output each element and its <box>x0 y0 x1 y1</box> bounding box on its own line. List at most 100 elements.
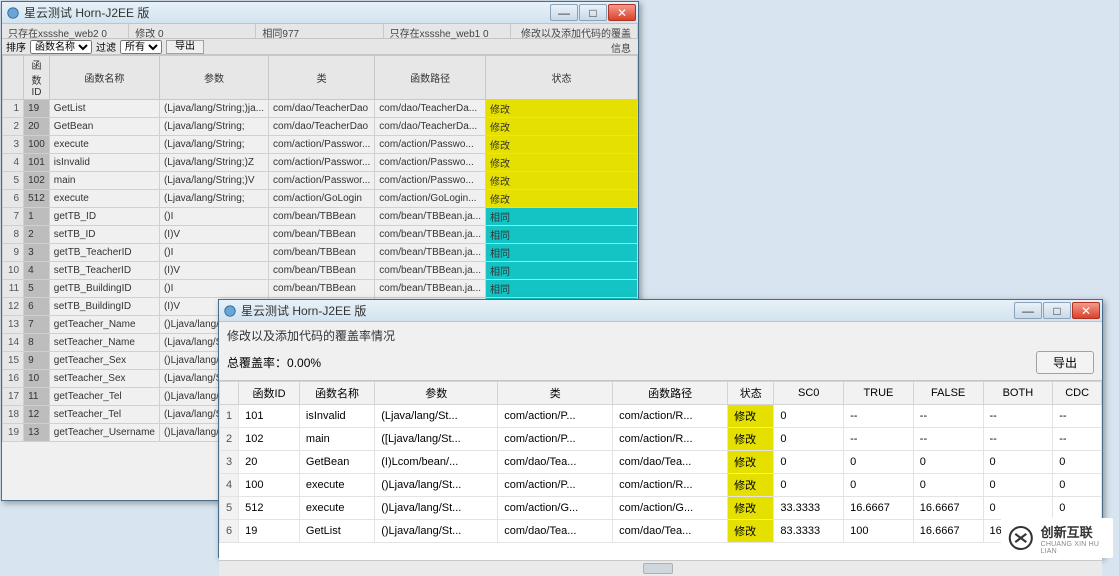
table-row[interactable]: 5 102 main (Ljava/lang/String;)V com/act… <box>3 172 638 190</box>
col-header[interactable]: 函数名称 <box>299 382 374 405</box>
col-header[interactable]: 参数 <box>159 56 268 100</box>
cell-id: 9 <box>24 352 50 370</box>
cell: ()Ljava/lang/St... <box>375 497 498 520</box>
table-row[interactable]: 7 1 getTB_ID ()I com/bean/TBBean com/bea… <box>3 208 638 226</box>
info-seg-5[interactable]: 修改以及添加代码的覆盖信息 <box>511 24 638 38</box>
cell-param: ()I <box>159 208 268 226</box>
cell-class: com/dao/TeacherDao <box>269 100 375 118</box>
table-row[interactable]: 8 2 setTB_ID (I)V com/bean/TBBean com/be… <box>3 226 638 244</box>
cell: (Ljava/lang/St... <box>375 405 498 428</box>
cell-name: isInvalid <box>49 154 159 172</box>
cell: ()Ljava/lang/St... <box>375 520 498 543</box>
info-seg-3: 相同977 <box>256 24 383 38</box>
titlebar[interactable]: 星云测试 Horn-J2EE 版 — □ ✕ <box>219 300 1102 322</box>
cell: 0 <box>774 474 844 497</box>
col-header[interactable]: FALSE <box>913 382 983 405</box>
cell: -- <box>983 428 1053 451</box>
col-header[interactable]: BOTH <box>983 382 1053 405</box>
cell: GetList <box>299 520 374 543</box>
cell: 19 <box>239 520 300 543</box>
info-seg-2: 修改 0 <box>129 24 256 38</box>
table-row[interactable]: 5 512execute()Ljava/lang/St...com/action… <box>220 497 1102 520</box>
maximize-button[interactable]: □ <box>579 4 607 21</box>
cell-class: com/bean/TBBean <box>269 244 375 262</box>
close-button[interactable]: ✕ <box>1072 302 1100 319</box>
titlebar[interactable]: 星云测试 Horn-J2EE 版 — □ ✕ <box>2 2 638 24</box>
maximize-button[interactable]: □ <box>1043 302 1071 319</box>
cell-class: com/bean/TBBean <box>269 280 375 298</box>
horizontal-scrollbar[interactable] <box>219 560 1102 576</box>
cell: 0 <box>1053 497 1102 520</box>
cell-path: com/bean/TBBean.ja... <box>375 244 486 262</box>
col-header[interactable]: 函数路径 <box>375 56 486 100</box>
minimize-button[interactable]: — <box>1014 302 1042 319</box>
cell-id: 13 <box>24 424 50 442</box>
cell-class: com/dao/TeacherDao <box>269 118 375 136</box>
info-bar: 只存在xssshe_web2 0 修改 0 相同977 只存在xssshe_we… <box>2 24 638 39</box>
col-header[interactable]: 函数ID <box>239 382 300 405</box>
cell: 20 <box>239 451 300 474</box>
col-header[interactable]: 函数路径 <box>613 382 728 405</box>
sort-select[interactable]: 函数名称 <box>30 40 92 54</box>
cell: -- <box>844 405 914 428</box>
export-button[interactable]: 导出 <box>1036 351 1094 374</box>
col-header[interactable]: 状态 <box>728 382 774 405</box>
row-number: 9 <box>3 244 24 262</box>
cell-state: 修改 <box>486 154 638 172</box>
col-rownum[interactable] <box>220 382 239 405</box>
col-header[interactable]: 函数名称 <box>49 56 159 100</box>
col-header[interactable]: CDC <box>1053 382 1102 405</box>
sort-label: 排序 <box>6 39 26 54</box>
cell: com/action/P... <box>498 405 613 428</box>
info-seg-4: 只存在xssshe_web1 0 <box>384 24 511 38</box>
table-row[interactable]: 6 19GetList()Ljava/lang/St...com/dao/Tea… <box>220 520 1102 543</box>
cell-id: 100 <box>24 136 50 154</box>
cell-id: 1 <box>24 208 50 226</box>
col-header[interactable]: 状态 <box>486 56 638 100</box>
table-row[interactable]: 4 100execute()Ljava/lang/St...com/action… <box>220 474 1102 497</box>
col-header[interactable]: 参数 <box>375 382 498 405</box>
row-number: 4 <box>3 154 24 172</box>
cell: com/dao/Tea... <box>613 520 728 543</box>
col-header[interactable]: TRUE <box>844 382 914 405</box>
scrollbar-thumb[interactable] <box>643 563 673 574</box>
table-row[interactable]: 11 5 getTB_BuildingID ()I com/bean/TBBea… <box>3 280 638 298</box>
cell: execute <box>299 474 374 497</box>
export-button[interactable]: 导出 <box>166 40 204 54</box>
cell-path: com/bean/TBBean.ja... <box>375 280 486 298</box>
col-rownum[interactable] <box>3 56 24 100</box>
table-row[interactable]: 4 101 isInvalid (Ljava/lang/String;)Z co… <box>3 154 638 172</box>
cell-name: setTeacher_Name <box>49 334 159 352</box>
table-row[interactable]: 9 3 getTB_TeacherID ()I com/bean/TBBean … <box>3 244 638 262</box>
table-row[interactable]: 10 4 setTB_TeacherID (I)V com/bean/TBBea… <box>3 262 638 280</box>
col-header[interactable]: SC0 <box>774 382 844 405</box>
cell-id: 4 <box>24 262 50 280</box>
cell-name: GetBean <box>49 118 159 136</box>
row-number: 3 <box>3 136 24 154</box>
app-icon <box>223 304 237 318</box>
row-number: 13 <box>3 316 24 334</box>
table-scroll[interactable]: 函数ID函数名称参数类函数路径状态SC0TRUEFALSEBOTHCDC 1 1… <box>219 380 1102 560</box>
col-header[interactable]: 函数ID <box>24 56 50 100</box>
cell-id: 8 <box>24 334 50 352</box>
table-row[interactable]: 1 19 GetList (Ljava/lang/String;)ja... c… <box>3 100 638 118</box>
table-row[interactable]: 3 100 execute (Ljava/lang/String; com/ac… <box>3 136 638 154</box>
cell: -- <box>844 428 914 451</box>
minimize-button[interactable]: — <box>550 4 578 21</box>
col-header[interactable]: 类 <box>269 56 375 100</box>
cell-id: 19 <box>24 100 50 118</box>
col-header[interactable]: 类 <box>498 382 613 405</box>
table-row[interactable]: 2 20 GetBean (Ljava/lang/String; com/dao… <box>3 118 638 136</box>
cell-name: setTB_TeacherID <box>49 262 159 280</box>
cell-name: setTB_ID <box>49 226 159 244</box>
cell-name: setTB_BuildingID <box>49 298 159 316</box>
filter-select[interactable]: 所有 <box>120 40 162 54</box>
cell: 0 <box>983 474 1053 497</box>
table-row[interactable]: 1 101isInvalid(Ljava/lang/St...com/actio… <box>220 405 1102 428</box>
table-row[interactable]: 2 102main([Ljava/lang/St...com/action/P.… <box>220 428 1102 451</box>
row-number: 3 <box>220 451 239 474</box>
close-button[interactable]: ✕ <box>608 4 636 21</box>
cell: 修改 <box>728 405 774 428</box>
table-row[interactable]: 6 512 execute (Ljava/lang/String; com/ac… <box>3 190 638 208</box>
table-row[interactable]: 3 20GetBean(I)Lcom/bean/...com/dao/Tea..… <box>220 451 1102 474</box>
